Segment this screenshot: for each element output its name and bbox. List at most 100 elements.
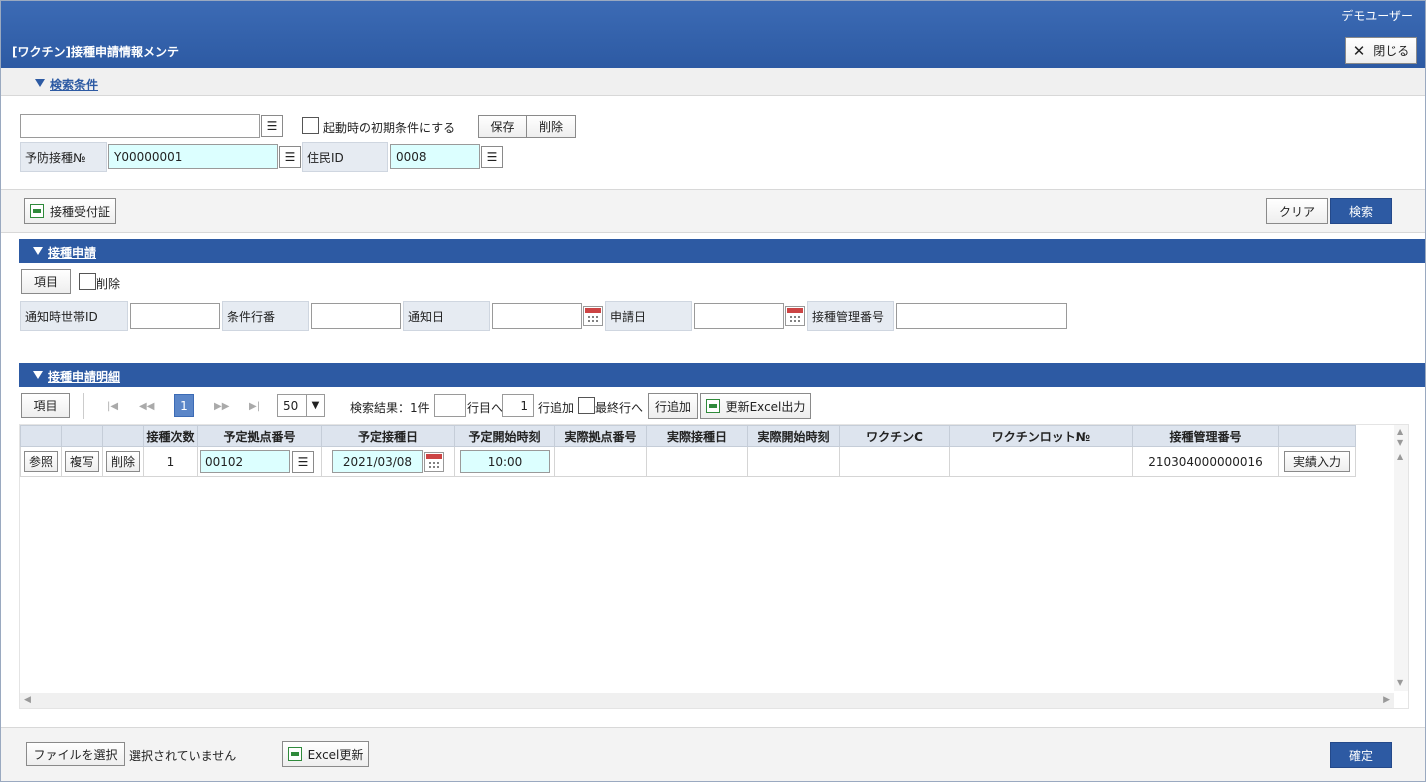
management-no-label: 接種管理番号 [807,301,894,331]
clear-button[interactable]: クリア [1266,198,1328,224]
search-button[interactable]: 検索 [1330,198,1392,224]
receipt-button[interactable]: 接種受付証 [24,198,116,224]
add-row-button[interactable]: 行追加 [648,393,698,419]
scroll-down-icon[interactable]: ▼ [1397,678,1403,687]
delete-condition-button[interactable]: 削除 [526,115,576,138]
scroll-up-icon[interactable]: ▲ [1397,427,1403,436]
condition-row-no-input[interactable] [311,303,401,329]
notice-date-input[interactable] [492,303,582,329]
vertical-scrollbar[interactable]: ▲ ▼ ▲ ▼ [1394,425,1408,691]
grid-header-row: 接種次数 予定拠点番号 予定接種日 予定開始時刻 実際拠点番号 実際接種日 実際… [20,425,1356,447]
copy-button[interactable]: 複写 [64,451,99,472]
details-grid: 接種次数 予定拠点番号 予定接種日 予定開始時刻 実際拠点番号 実際接種日 実際… [20,425,1356,477]
excel-update-button[interactable]: Excel更新 [282,741,369,767]
list-icon: ☰ [266,119,278,133]
saved-condition-list-button[interactable]: ☰ [261,115,283,137]
calendar-icon[interactable] [424,452,444,472]
column-header [102,425,144,447]
details-item-button[interactable]: 項目 [21,393,70,418]
column-header[interactable]: 実際開始時刻 [747,425,840,447]
column-header[interactable]: 接種次数 [143,425,198,447]
notice-household-id-input[interactable] [130,303,220,329]
first-page-icon[interactable]: |◀ [107,401,118,412]
close-icon: ✕ [1352,41,1366,60]
title-bar: デモユーザー [ワクチン]接種申請情報メンテ ✕ 閉じる [1,1,1425,68]
dose-cell: 1 [143,446,198,477]
column-header [20,425,62,447]
column-header[interactable]: 実際接種日 [646,425,748,447]
search-section-title[interactable]: 検索条件 [50,76,98,93]
application-delete-label: 削除 [96,277,121,291]
column-header[interactable]: 実際拠点番号 [554,425,647,447]
user-name: デモユーザー [1341,9,1413,23]
resident-id-list-button[interactable]: ☰ [481,146,503,168]
application-section-title[interactable]: 接種申請 [48,244,96,261]
goto-row-input[interactable] [434,394,466,417]
planned-site-input[interactable]: 00102 [200,450,290,473]
goto-row-label: 行目へ [467,401,504,415]
horizontal-scrollbar[interactable]: ◀ ▶ [20,693,1394,708]
column-header[interactable]: 予定拠点番号 [197,425,322,447]
notice-household-id-label: 通知時世帯ID [20,301,128,331]
prev-page-icon[interactable]: ◀◀ [139,401,154,412]
last-row-checkbox[interactable] [578,397,595,414]
close-button[interactable]: ✕ 閉じる [1345,37,1417,64]
result-input-button[interactable]: 実績入力 [1283,451,1350,472]
scroll-up-icon[interactable]: ▲ [1397,452,1403,461]
planned-site-list-button[interactable]: ☰ [292,451,314,473]
column-header [1278,425,1356,447]
notice-date-label: 通知日 [403,301,490,331]
page-size-select[interactable]: 50 ▼ [277,394,325,417]
confirm-button[interactable]: 確定 [1330,742,1392,768]
planned-time-input[interactable]: 10:00 [460,450,550,473]
search-toolbar [1,189,1425,233]
column-header[interactable]: ワクチンロット№ [949,425,1133,447]
current-page[interactable]: 1 [174,394,194,417]
vaccination-no-input[interactable]: Y00000001 [108,144,278,169]
saved-condition-input[interactable] [20,114,260,138]
application-date-input[interactable] [694,303,784,329]
application-item-button[interactable]: 項目 [21,269,71,294]
lot-no-cell [949,446,1133,477]
startup-default-label: 起動時の初期条件にする [323,121,456,135]
add-row-count-input[interactable]: 1 [502,394,534,417]
excel-icon [287,747,302,761]
application-section-header[interactable]: 接種申請 [19,239,1425,263]
resident-id-label: 住民ID [302,142,388,172]
table-row: 参照 複写 削除 1 00102 ☰ 2021/03/08 10:00 2103… [20,446,1356,477]
last-page-icon[interactable]: ▶| [249,401,260,412]
actual-time-cell [747,446,840,477]
calendar-icon[interactable] [583,306,603,326]
column-header[interactable]: ワクチンC [839,425,950,447]
file-status: 選択されていません [129,749,237,763]
excel-export-button[interactable]: 更新Excel出力 [700,393,811,419]
details-section-title[interactable]: 接種申請明細 [48,368,120,385]
calendar-icon[interactable] [785,306,805,326]
resident-id-input[interactable]: 0008 [390,144,480,169]
result-count: 検索結果：1件 [350,401,430,415]
last-row-label: 最終行へ [595,401,644,415]
view-button[interactable]: 参照 [23,451,58,472]
delete-row-button[interactable]: 削除 [105,451,140,472]
next-page-icon[interactable]: ▶▶ [214,401,229,412]
file-select-button[interactable]: ファイルを選択 [26,742,125,766]
scroll-left-icon[interactable]: ◀ [24,695,31,705]
column-header [61,425,103,447]
startup-default-checkbox[interactable] [302,117,319,134]
actual-date-cell [646,446,748,477]
application-delete-checkbox[interactable] [79,273,96,290]
search-section-header[interactable]: 検索条件 [1,68,1425,96]
collapse-triangle-icon [33,247,43,255]
planned-date-input[interactable]: 2021/03/08 [332,450,423,473]
column-header[interactable]: 予定開始時刻 [454,425,555,447]
vaccine-c-cell [839,446,950,477]
scroll-down-icon[interactable]: ▼ [1397,438,1403,447]
column-header[interactable]: 予定接種日 [321,425,455,447]
column-header[interactable]: 接種管理番号 [1132,425,1279,447]
details-section-header[interactable]: 接種申請明細 [19,363,1425,387]
save-condition-button[interactable]: 保存 [478,115,527,138]
management-no-input[interactable] [896,303,1067,329]
scroll-right-icon[interactable]: ▶ [1383,695,1390,705]
vaccination-no-list-button[interactable]: ☰ [279,146,301,168]
document-icon [29,204,44,218]
